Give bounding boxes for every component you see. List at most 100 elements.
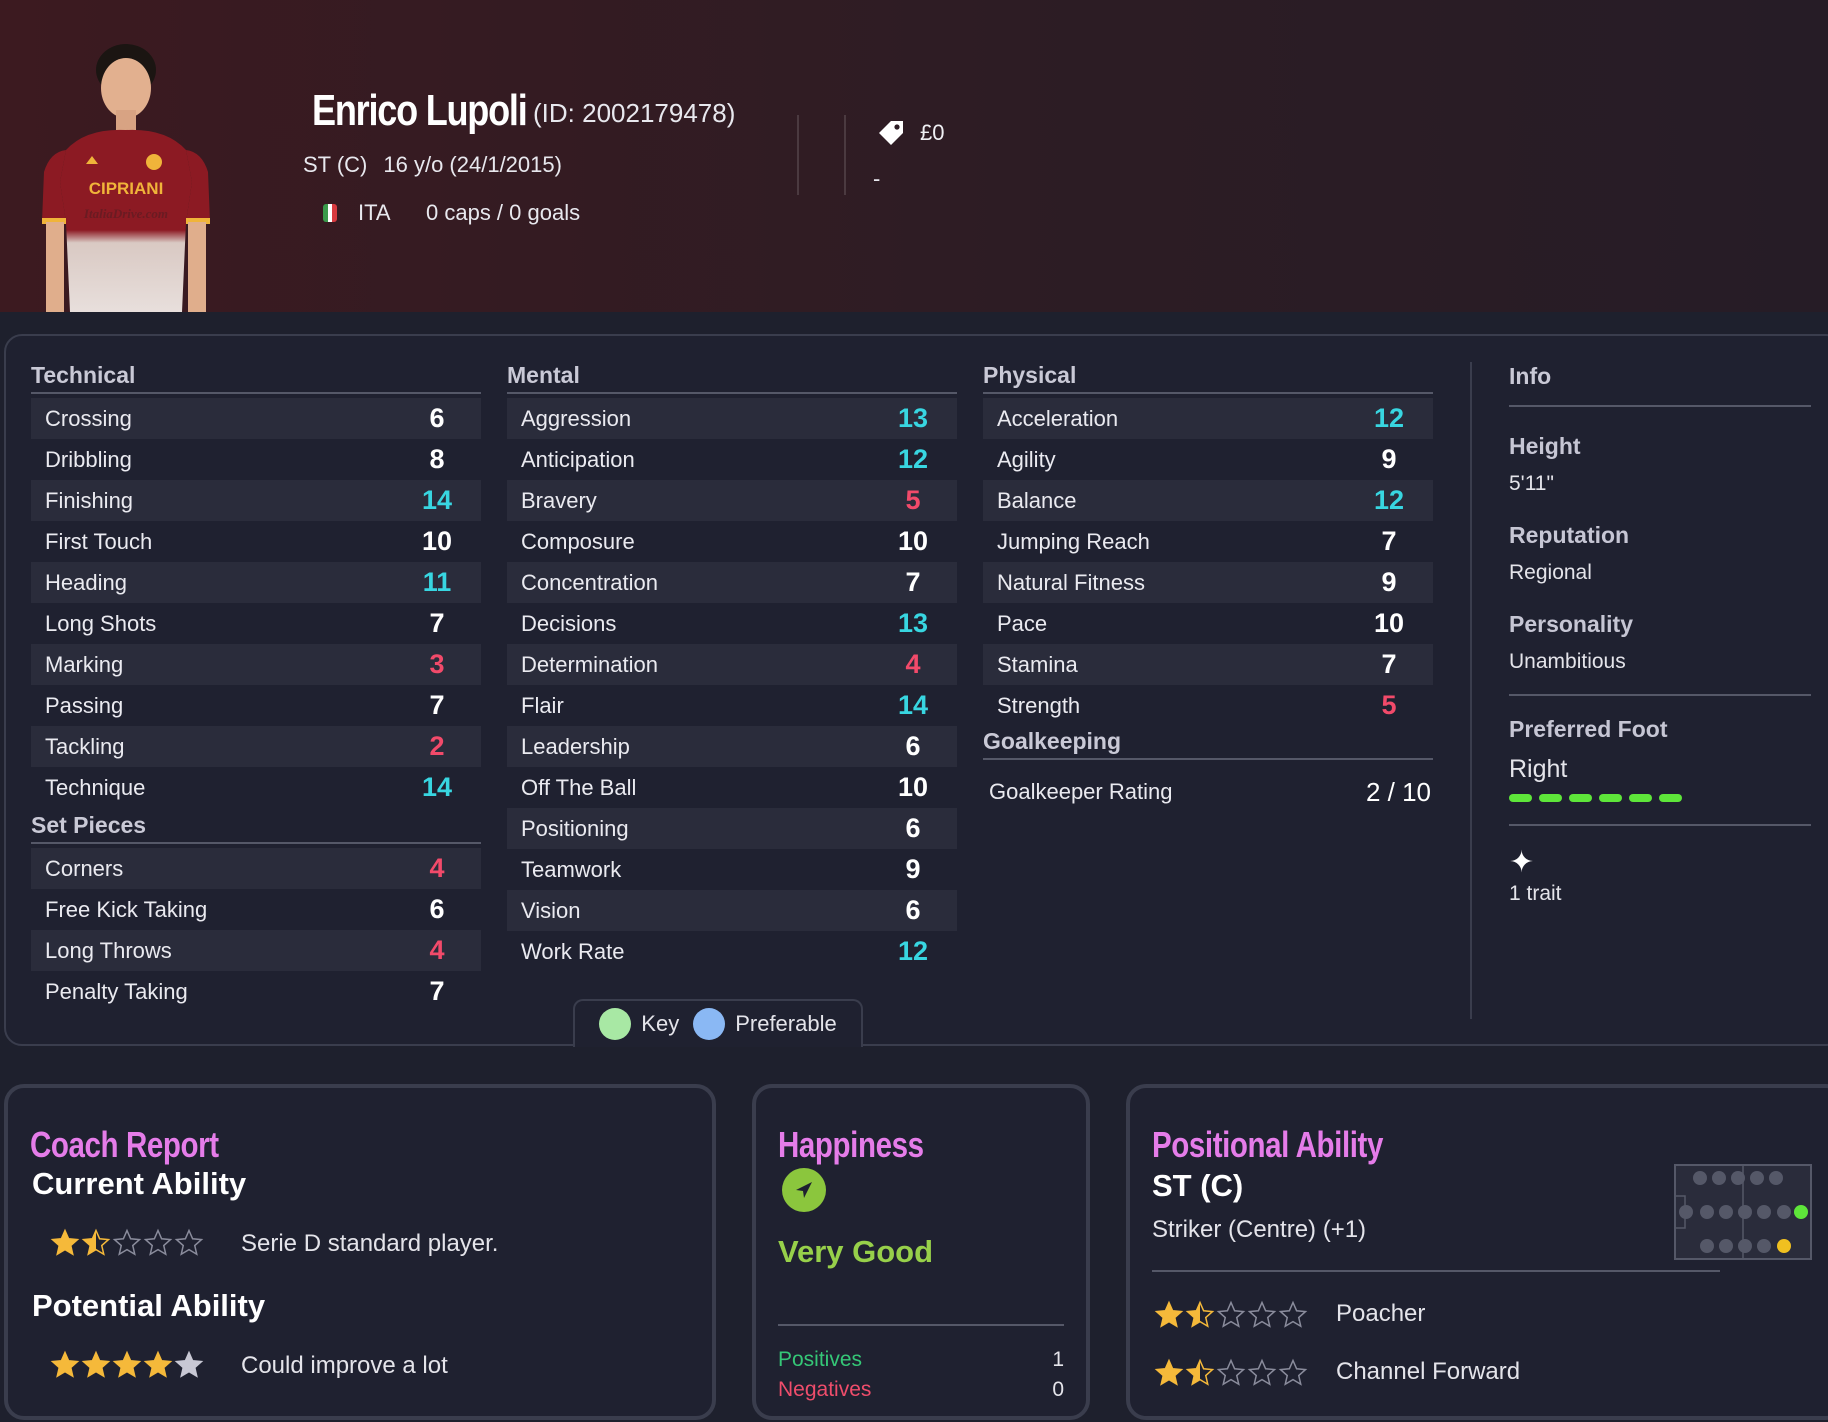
attribute-row-dribbling[interactable]: Dribbling 8	[31, 439, 481, 480]
nation-code[interactable]: ITA	[358, 200, 391, 226]
mental-list: Aggression 13 Anticipation 12 Bravery 5 Compos…	[507, 398, 957, 972]
info-separator	[1509, 824, 1811, 826]
attribute-row-aggression[interactable]: Aggression 13	[507, 398, 957, 439]
set-pieces-title: Set Pieces	[31, 808, 481, 844]
attribute-label: Long Shots	[45, 610, 157, 636]
attribute-value: 7	[429, 608, 445, 638]
attribute-row-finishing[interactable]: Finishing 14	[31, 480, 481, 521]
role-poacher[interactable]: Poacher	[1336, 1300, 1425, 1328]
attribute-row-concentration[interactable]: Concentration 7	[507, 562, 957, 603]
goalkeeper-rating-label: Goalkeeper Rating	[989, 779, 1173, 804]
star-icon	[1185, 1358, 1215, 1386]
attribute-row-first-touch[interactable]: First Touch 10	[31, 521, 481, 562]
foot-bar-segment	[1629, 794, 1652, 802]
info-panel: Info Height 5'11" Reputation Regional Pe…	[1509, 362, 1811, 906]
navigation-arrow-icon	[782, 1168, 826, 1212]
legend-preferable[interactable]: Preferable	[693, 1008, 837, 1040]
legend-preferable-label: Preferable	[735, 1011, 837, 1036]
attribute-value: 7	[1381, 649, 1397, 679]
attribute-row-marking[interactable]: Marking 3	[31, 644, 481, 685]
attribute-row-leadership[interactable]: Leadership 6	[507, 726, 957, 767]
star-icon	[50, 1350, 80, 1378]
attribute-row-corners[interactable]: Corners 4	[31, 848, 481, 889]
positives-label: Positives	[778, 1348, 863, 1371]
attribute-label: Bravery	[521, 487, 597, 513]
reputation-label: Reputation	[1509, 522, 1630, 548]
happiness-card: Happiness Very Good Positives 1 Negative…	[752, 1084, 1090, 1420]
attribute-row-flair[interactable]: Flair 14	[507, 685, 957, 726]
negatives-label: Negatives	[778, 1378, 872, 1401]
attribute-row-passing[interactable]: Passing 7	[31, 685, 481, 726]
star-icon	[1278, 1300, 1308, 1328]
attribute-value: 13	[897, 608, 929, 638]
attribute-row-free-kick-taking[interactable]: Free Kick Taking 6	[31, 889, 481, 930]
attribute-label: Free Kick Taking	[45, 896, 208, 922]
traits-count[interactable]: 1 trait	[1509, 882, 1811, 906]
attribute-row-penalty-taking[interactable]: Penalty Taking 7	[31, 971, 481, 1012]
potential-ability-text: Could improve a lot	[241, 1352, 448, 1379]
attribute-row-decisions[interactable]: Decisions 13	[507, 603, 957, 644]
price-tag-icon	[879, 121, 903, 145]
personality-value[interactable]: Unambitious	[1509, 650, 1811, 674]
attribute-label: Determination	[521, 651, 658, 677]
attribute-value: 3	[429, 649, 445, 679]
attribute-row-balance[interactable]: Balance 12	[983, 480, 1433, 521]
attribute-row-composure[interactable]: Composure 10	[507, 521, 957, 562]
attribute-row-crossing[interactable]: Crossing 6	[31, 398, 481, 439]
attribute-row-strength[interactable]: Strength 5	[983, 685, 1433, 726]
player-portrait: CIPRIANI ItaliaDrive.com	[42, 44, 210, 312]
attribute-row-heading[interactable]: Heading 11	[31, 562, 481, 603]
attribute-value: 4	[429, 935, 445, 965]
attribute-row-off-the-ball[interactable]: Off The Ball 10	[507, 767, 957, 808]
attribute-row-anticipation[interactable]: Anticipation 12	[507, 439, 957, 480]
attribute-row-determination[interactable]: Determination 4	[507, 644, 957, 685]
attribute-value: 11	[422, 567, 452, 597]
technical-column: Technical Crossing 6 Dribbling 8 Finishing 14…	[31, 358, 481, 1012]
attribute-label: Finishing	[45, 487, 134, 513]
attribute-row-bravery[interactable]: Bravery 5	[507, 480, 957, 521]
preferred-foot-label: Preferred Foot	[1509, 716, 1668, 742]
happiness-positives-row[interactable]: Positives 1	[778, 1348, 1064, 1372]
height-label: Height	[1509, 433, 1581, 459]
attribute-row-agility[interactable]: Agility 9	[983, 439, 1433, 480]
attribute-value: 14	[421, 772, 453, 802]
attribute-label: Natural Fitness	[997, 569, 1145, 595]
attribute-row-long-throws[interactable]: Long Throws 4	[31, 930, 481, 971]
international-caps: 0 caps / 0 goals	[426, 200, 581, 225]
attribute-label: Long Throws	[45, 937, 172, 963]
set-pieces-list: Corners 4 Free Kick Taking 6 Long Throws 4 Pen…	[31, 848, 481, 1012]
attribute-value: 7	[429, 976, 445, 1006]
attribute-row-tackling[interactable]: Tackling 2	[31, 726, 481, 767]
attribute-row-long-shots[interactable]: Long Shots 7	[31, 603, 481, 644]
attribute-row-positioning[interactable]: Positioning 6	[507, 808, 957, 849]
attribute-row-natural-fitness[interactable]: Natural Fitness 9	[983, 562, 1433, 603]
goalkeeper-rating-value: 2 / 10	[1365, 776, 1431, 807]
happiness-negatives-row[interactable]: Negatives 0	[778, 1378, 1064, 1402]
physical-list: Acceleration 12 Agility 9 Balance 12 Jumping R…	[983, 398, 1433, 726]
attribute-row-vision[interactable]: Vision 6	[507, 890, 957, 931]
attribute-label: Heading	[45, 569, 127, 595]
attribute-row-stamina[interactable]: Stamina 7	[983, 644, 1433, 685]
attribute-label: Crossing	[45, 405, 132, 431]
attribute-value: 9	[905, 854, 921, 884]
attribute-row-teamwork[interactable]: Teamwork 9	[507, 849, 957, 890]
legend-key[interactable]: Key	[599, 1008, 679, 1040]
attribute-value: 6	[429, 894, 445, 924]
position-age: ST (C) 16 y/o (24/1/2015)	[303, 152, 562, 178]
goalkeeping-title: Goalkeeping	[983, 724, 1433, 760]
position-pitch-map[interactable]	[1674, 1164, 1812, 1260]
attribute-row-pace[interactable]: Pace 10	[983, 603, 1433, 644]
legend-key-label: Key	[641, 1011, 680, 1036]
attribute-row-technique[interactable]: Technique 14	[31, 767, 481, 808]
preferred-foot-value: Right	[1509, 755, 1568, 783]
attribute-value: 6	[905, 731, 921, 761]
attribute-row-work-rate[interactable]: Work Rate 12	[507, 931, 957, 972]
attribute-label: Anticipation	[521, 446, 635, 472]
current-ability-text: Serie D standard player.	[241, 1230, 499, 1257]
attribute-row-acceleration[interactable]: Acceleration 12	[983, 398, 1433, 439]
role-channel-forward[interactable]: Channel Forward	[1336, 1358, 1520, 1386]
attribute-row-jumping-reach[interactable]: Jumping Reach 7	[983, 521, 1433, 562]
goalkeeper-rating-row[interactable]: Goalkeeper Rating 2 / 10	[983, 770, 1433, 814]
header-divider	[844, 115, 846, 195]
star-icon	[81, 1350, 111, 1378]
